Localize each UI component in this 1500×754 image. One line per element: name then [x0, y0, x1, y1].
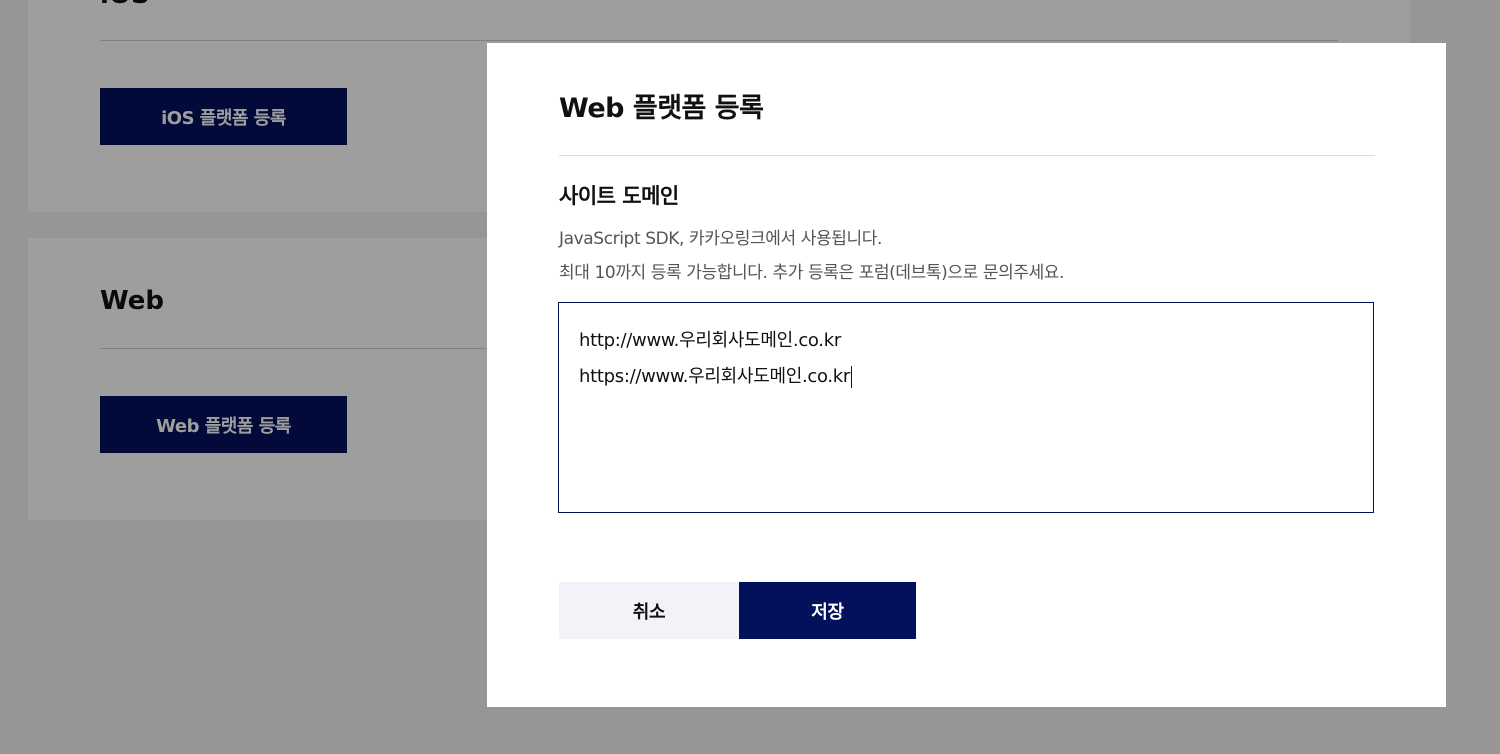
- text-caret: [851, 366, 853, 388]
- modal-title: Web 플랫폼 등록: [559, 93, 764, 124]
- cancel-button[interactable]: 취소: [559, 582, 739, 639]
- domain-line: http://www.우리회사도메인.co.kr: [579, 330, 841, 351]
- site-domain-description-1: JavaScript SDK, 카카오링크에서 사용됩니다.: [559, 229, 882, 249]
- web-platform-modal: Web 플랫폼 등록 사이트 도메인 JavaScript SDK, 카카오링크…: [487, 43, 1446, 707]
- domain-line: https://www.우리회사도메인.co.kr: [579, 366, 853, 388]
- site-domain-description-2: 최대 10까지 등록 가능합니다. 추가 등록은 포럼(데브톡)으로 문의주세요…: [559, 263, 1065, 283]
- save-button[interactable]: 저장: [739, 582, 916, 639]
- site-domain-textarea[interactable]: http://www.우리회사도메인.co.kr https://www.우리회…: [558, 302, 1374, 513]
- modal-divider: [559, 155, 1375, 156]
- site-domain-label: 사이트 도메인: [559, 184, 679, 208]
